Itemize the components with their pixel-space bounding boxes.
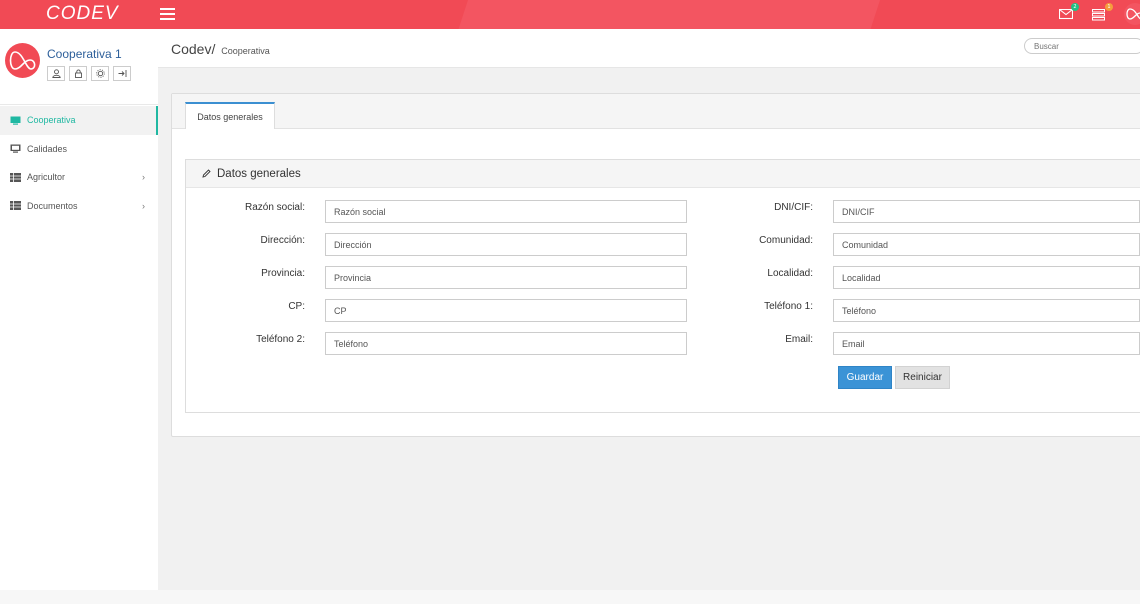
razon-social-label: Razón social:	[244, 202, 305, 213]
dni-cif-label: DNI/CIF:	[774, 202, 813, 213]
comunidad-field[interactable]	[833, 233, 1140, 256]
breadcrumb-current: Cooperativa	[221, 46, 270, 56]
localidad-field[interactable]	[833, 266, 1140, 289]
avatar[interactable]	[5, 43, 40, 78]
gear-icon[interactable]	[91, 66, 109, 81]
sidebar-item-calidades[interactable]: Calidades	[0, 135, 158, 164]
telefono-2-field[interactable]	[325, 332, 687, 355]
tasks-icon[interactable]: 1	[1092, 3, 1113, 22]
sidebar-item-label: Cooperativa	[27, 115, 76, 126]
page-header: Codev/ Cooperativa	[158, 29, 1140, 68]
top-navbar: CODEV 2 1	[0, 0, 1140, 29]
email-field[interactable]	[833, 332, 1140, 355]
content-card: Datos generales Datos generales	[171, 93, 1140, 437]
mail-badge: 2	[1071, 3, 1079, 11]
telefono-1-label: Teléfono 1:	[764, 301, 813, 312]
email-label: Email:	[785, 334, 813, 345]
tasks-badge: 1	[1105, 3, 1113, 11]
user-menu-logo-icon[interactable]	[1124, 3, 1140, 25]
search-input[interactable]	[1024, 38, 1140, 54]
direccion-field[interactable]	[325, 233, 687, 256]
sidebar-item-label: Agricultor	[27, 172, 66, 183]
table-icon	[10, 201, 21, 211]
cp-field[interactable]	[325, 299, 687, 322]
panel-title: Datos generales	[217, 167, 301, 180]
sidebar-item-agricultor[interactable]: Agricultor ›	[0, 163, 158, 192]
chevron-right-icon: ›	[142, 200, 145, 211]
chevron-right-icon: ›	[142, 172, 145, 182]
breadcrumb: Codev/ Cooperativa	[171, 41, 270, 57]
logout-icon[interactable]	[113, 66, 131, 81]
razon-social-field[interactable]	[325, 200, 687, 223]
sidebar-nav: Cooperativa Calidades Agricultor › Docum…	[0, 106, 158, 220]
direccion-label: Dirección:	[260, 235, 305, 246]
telefono-2-label: Teléfono 2:	[256, 334, 305, 345]
table-icon	[10, 172, 21, 182]
localidad-label: Localidad:	[767, 268, 813, 279]
panel-header: Datos generales	[186, 160, 1140, 188]
comunidad-label: Comunidad:	[759, 235, 813, 246]
user-icon[interactable]	[47, 66, 65, 81]
monitor-icon	[10, 116, 21, 125]
tabs-bar: Datos generales	[172, 94, 1140, 129]
topbar-decoration	[458, 0, 880, 29]
mail-icon[interactable]: 2	[1058, 3, 1079, 22]
sidebar-item-cooperativa[interactable]: Cooperativa	[0, 106, 158, 135]
pencil-icon	[202, 169, 211, 178]
provincia-field[interactable]	[325, 266, 687, 289]
cp-label: CP:	[288, 301, 305, 312]
monitor-icon	[10, 144, 21, 153]
sidebar-item-label: Calidades	[27, 143, 68, 154]
sidebar: Cooperativa 1 Cooperativa Calidades Agri…	[0, 29, 158, 590]
dni-cif-field[interactable]	[833, 200, 1140, 223]
username[interactable]: Cooperativa 1	[47, 47, 122, 61]
breadcrumb-root[interactable]: Codev/	[171, 41, 215, 57]
brand-logo-text[interactable]: CODEV	[46, 3, 119, 25]
user-profile: Cooperativa 1	[0, 29, 158, 105]
save-button[interactable]: Guardar	[838, 366, 892, 389]
reset-button[interactable]: Reiniciar	[895, 366, 950, 389]
telefono-1-field[interactable]	[833, 299, 1140, 322]
menu-toggle-icon[interactable]	[160, 8, 175, 21]
tab-datos-generales[interactable]: Datos generales	[185, 102, 275, 129]
footer-strip	[0, 590, 1140, 604]
sidebar-item-documentos[interactable]: Documentos ›	[0, 192, 158, 221]
lock-icon[interactable]	[69, 66, 87, 81]
provincia-label: Provincia:	[261, 268, 305, 279]
sidebar-item-label: Documentos	[27, 200, 78, 211]
profile-actions	[47, 66, 131, 81]
